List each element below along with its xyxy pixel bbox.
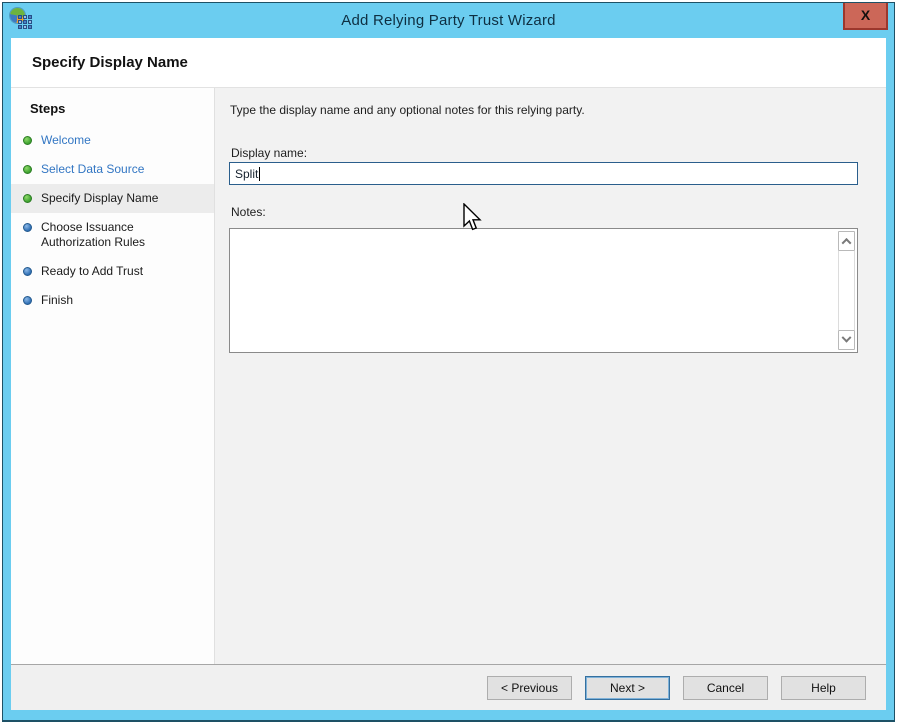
scroll-track[interactable] [838, 251, 855, 330]
titlebar[interactable]: Add Relying Party Trust Wizard X [3, 3, 894, 38]
steps-heading: Steps [11, 97, 214, 126]
sidebar-item-label: Specify Display Name [41, 191, 158, 206]
cancel-button[interactable]: Cancel [683, 676, 768, 700]
sidebar-item-label: Choose Issuance Authorization Rules [41, 220, 201, 250]
content-pane: Type the display name and any optional n… [215, 88, 886, 664]
sidebar-item-label: Finish [41, 293, 73, 308]
text-caret [259, 167, 260, 181]
window-title: Add Relying Party Trust Wizard [3, 12, 894, 29]
next-button[interactable]: Next > [585, 676, 670, 700]
help-button[interactable]: Help [781, 676, 866, 700]
sidebar-item-specify-display-name: Specify Display Name [11, 184, 214, 213]
close-button[interactable]: X [843, 3, 888, 30]
scroll-down-button[interactable] [838, 330, 855, 350]
footer-bar: < Previous Next > Cancel Help [11, 664, 886, 710]
notes-scrollbar[interactable] [838, 231, 855, 350]
chevron-up-icon [842, 237, 852, 247]
chevron-down-icon [842, 332, 852, 342]
dialog-body: Specify Display Name Steps Welcome Selec… [11, 38, 886, 710]
sidebar-item-ready-to-add-trust: Ready to Add Trust [11, 257, 214, 286]
sidebar-item-select-data-source[interactable]: Select Data Source [11, 155, 214, 184]
display-name-input[interactable]: Split [229, 162, 858, 185]
step-done-icon [23, 165, 32, 174]
sidebar-item-welcome[interactable]: Welcome [11, 126, 214, 155]
step-current-icon [23, 194, 32, 203]
sidebar-item-finish: Finish [11, 286, 214, 315]
notes-label: Notes: [231, 205, 266, 219]
screen: Add Relying Party Trust Wizard X Specify… [0, 0, 900, 725]
notes-textarea[interactable] [229, 228, 858, 353]
main-row: Steps Welcome Select Data Source Specify… [11, 88, 886, 664]
step-pending-icon [23, 223, 32, 232]
step-pending-icon [23, 267, 32, 276]
previous-button[interactable]: < Previous [487, 676, 572, 700]
page-header: Specify Display Name [11, 38, 886, 88]
wizard-window: Add Relying Party Trust Wizard X Specify… [2, 2, 895, 722]
display-name-label: Display name: [231, 146, 307, 160]
scroll-up-button[interactable] [838, 231, 855, 251]
sidebar-item-label: Ready to Add Trust [41, 264, 143, 279]
step-done-icon [23, 136, 32, 145]
sidebar-item-label[interactable]: Welcome [41, 133, 91, 148]
page-title: Specify Display Name [32, 54, 188, 71]
step-pending-icon [23, 296, 32, 305]
sidebar-item-choose-issuance-authorization-rules: Choose Issuance Authorization Rules [11, 213, 214, 257]
display-name-value: Split [235, 167, 258, 181]
steps-sidebar: Steps Welcome Select Data Source Specify… [11, 88, 215, 664]
sidebar-item-label[interactable]: Select Data Source [41, 162, 144, 177]
instruction-text: Type the display name and any optional n… [230, 103, 886, 117]
